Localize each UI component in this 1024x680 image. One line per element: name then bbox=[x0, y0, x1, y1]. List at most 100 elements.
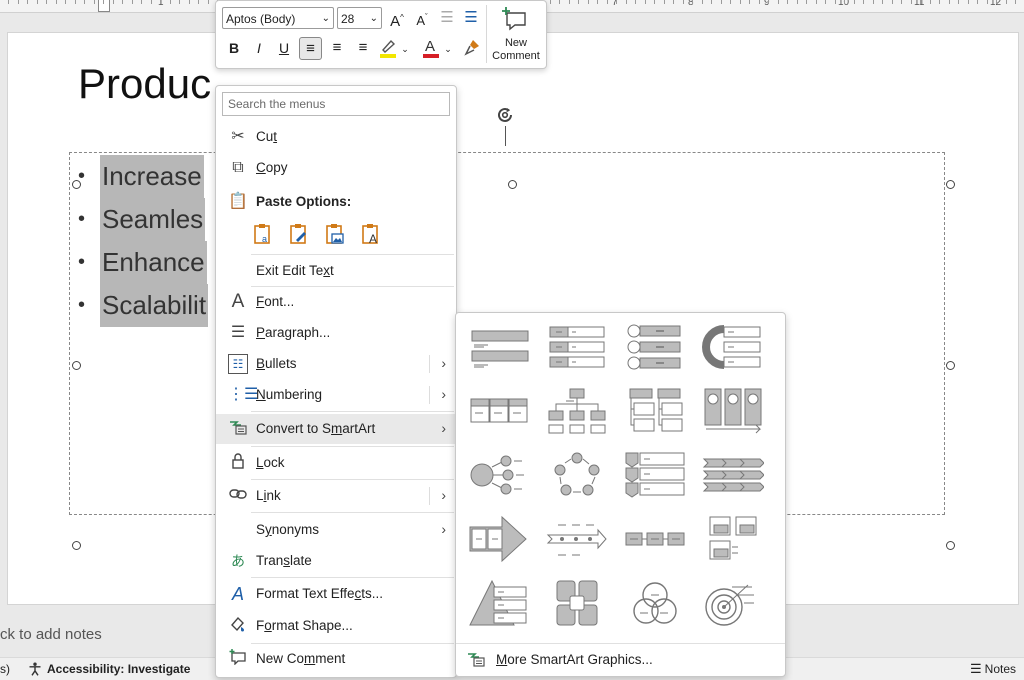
curved-picture-list-icon[interactable] bbox=[702, 323, 764, 371]
basic-cycle-icon[interactable] bbox=[546, 451, 608, 499]
highlight-dropdown-icon[interactable]: ⌄ bbox=[399, 38, 411, 60]
paste-picture-icon[interactable] bbox=[324, 222, 346, 246]
menu-item-translate[interactable]: あ Translate bbox=[216, 548, 456, 574]
ruler-tick bbox=[1005, 0, 1007, 4]
notes-button[interactable]: ☰ Notes bbox=[970, 661, 1016, 677]
resize-handle-top-right[interactable] bbox=[946, 180, 955, 189]
hierarchy-list-icon[interactable] bbox=[624, 387, 686, 435]
menu-item-synonyms[interactable]: Synonyms › bbox=[216, 517, 456, 543]
more-smartart-graphics-button[interactable]: More SmartArt Graphics... bbox=[466, 651, 653, 667]
venn-icon[interactable] bbox=[624, 579, 686, 627]
pyramid-list-icon[interactable] bbox=[468, 579, 530, 627]
bullet-item[interactable]: • Seamles bbox=[78, 198, 208, 241]
paste-use-destination-theme-icon[interactable]: a bbox=[252, 222, 274, 246]
search-menus-input[interactable]: Search the menus bbox=[222, 92, 450, 116]
ruler-tick bbox=[55, 0, 57, 4]
slide-title[interactable]: Produc bbox=[78, 60, 211, 108]
vertical-circle-list-icon[interactable] bbox=[624, 323, 686, 371]
underline-button[interactable]: U bbox=[273, 37, 295, 59]
align-left-button[interactable]: ≡ bbox=[299, 37, 322, 60]
align-center-button[interactable]: ≡ bbox=[326, 37, 348, 59]
chevron-right-icon[interactable]: › bbox=[441, 386, 446, 402]
notes-placeholder[interactable]: ck to add notes bbox=[0, 626, 102, 643]
font-color-button[interactable]: A bbox=[420, 35, 442, 58]
menu-item-cut[interactable]: ✂ Cut bbox=[216, 124, 456, 150]
organization-chart-icon[interactable] bbox=[546, 387, 608, 435]
target-icon[interactable] bbox=[702, 579, 764, 627]
menu-item-convert-to-smartart[interactable]: Convert to SmartArt › bbox=[216, 414, 456, 444]
resize-handle-bottom-right[interactable] bbox=[946, 541, 955, 550]
chevron-right-icon[interactable]: › bbox=[441, 420, 446, 436]
paste-keep-source-formatting-icon[interactable] bbox=[288, 222, 310, 246]
matrix-icon[interactable] bbox=[546, 579, 608, 627]
ruler-tick bbox=[188, 0, 190, 4]
vertical-chevron-list-icon[interactable] bbox=[624, 451, 686, 499]
timeline-arrow-icon[interactable] bbox=[546, 515, 608, 563]
ruler-tick bbox=[853, 0, 855, 4]
resize-handle-left[interactable] bbox=[72, 361, 81, 370]
bullet-list[interactable]: • Increase • Seamles • Enhance • Scalabilit bbox=[78, 155, 209, 327]
bullet-item[interactable]: • Increase bbox=[78, 155, 208, 198]
font-size-select[interactable]: 28 ⌄ bbox=[337, 7, 382, 29]
vertical-bullet-list-icon[interactable] bbox=[468, 323, 530, 371]
scissors-icon: ✂ bbox=[231, 128, 245, 145]
ruler-tick bbox=[977, 0, 978, 4]
menu-item-format-shape[interactable]: Format Shape... bbox=[216, 613, 456, 639]
chevron-right-icon[interactable]: › bbox=[441, 521, 446, 537]
bullet-item[interactable]: • Scalabilit bbox=[78, 284, 209, 327]
step-up-arrow-icon[interactable] bbox=[468, 515, 530, 563]
menu-item-exit-edit-text[interactable]: Exit Edit Text bbox=[216, 258, 456, 284]
rotate-handle-icon[interactable] bbox=[494, 104, 516, 126]
ruler-tick bbox=[882, 0, 883, 4]
menu-item-new-comment[interactable]: New Comment bbox=[216, 646, 456, 672]
shrink-font-button[interactable]: Aˇ bbox=[411, 7, 433, 29]
ruler-tick bbox=[587, 0, 589, 4]
vertical-box-list-icon[interactable] bbox=[546, 323, 608, 371]
chevron-accent-process-icon[interactable] bbox=[702, 451, 764, 499]
decrease-indent-button[interactable]: ☰ bbox=[436, 7, 458, 29]
svg-text:a: a bbox=[262, 234, 267, 244]
resize-handle-bottom-left[interactable] bbox=[72, 541, 81, 550]
italic-button[interactable]: I bbox=[248, 37, 270, 59]
format-painter-button[interactable] bbox=[462, 37, 484, 59]
resize-handle-right[interactable] bbox=[946, 361, 955, 370]
ruler-tick bbox=[635, 0, 636, 4]
ruler-tick bbox=[1015, 0, 1016, 4]
ruler-tick bbox=[739, 0, 741, 4]
bold-button[interactable]: B bbox=[223, 37, 245, 59]
grow-font-button[interactable]: A^ bbox=[386, 7, 408, 30]
menu-item-bullets[interactable]: ☷ Bullets › bbox=[216, 351, 456, 377]
paste-keep-text-only-icon[interactable]: A bbox=[360, 222, 382, 246]
ruler-tick bbox=[844, 0, 845, 4]
menu-item-numbering[interactable]: ⋮☰ Numbering › bbox=[216, 382, 456, 408]
menu-item-copy[interactable]: ⧉ Copy bbox=[216, 155, 456, 181]
clipboard-icon: 📋 bbox=[228, 193, 248, 210]
menu-item-lock[interactable]: Lock bbox=[216, 450, 456, 476]
increase-indent-button[interactable]: ☰ bbox=[460, 7, 482, 29]
indent-marker[interactable] bbox=[98, 0, 110, 12]
horizontal-bullet-list-icon[interactable] bbox=[468, 387, 530, 435]
menu-item-link[interactable]: Link › bbox=[216, 483, 456, 509]
font-name-select[interactable]: Aptos (Body) ⌄ bbox=[222, 7, 334, 29]
context-menu: Search the menus ✂ Cut ⧉ Copy 📋 Paste Op… bbox=[215, 85, 457, 678]
shrink-font-icon: Aˇ bbox=[416, 13, 428, 29]
align-right-button[interactable]: ≡ bbox=[352, 37, 374, 59]
menu-item-font[interactable]: A Font... bbox=[216, 289, 456, 315]
font-color-dropdown-icon[interactable]: ⌄ bbox=[442, 38, 454, 60]
radial-list-icon[interactable] bbox=[468, 451, 530, 499]
bullet-item[interactable]: • Enhance bbox=[78, 241, 208, 284]
new-comment-button[interactable]: New Comment bbox=[489, 5, 543, 63]
resize-handle-top[interactable] bbox=[508, 180, 517, 189]
chevron-right-icon[interactable]: › bbox=[441, 355, 446, 371]
menu-item-paragraph[interactable]: ☰ Paragraph... bbox=[216, 320, 456, 346]
accent-process-icon[interactable] bbox=[702, 387, 764, 435]
accessibility-button[interactable]: Accessibility: Investigate bbox=[28, 662, 190, 676]
ruler-tick bbox=[711, 0, 712, 4]
menu-item-format-text-effects[interactable]: A Format Text Effects... bbox=[216, 581, 456, 607]
chevron-right-icon[interactable]: › bbox=[441, 487, 446, 503]
picture-grid-icon[interactable] bbox=[702, 515, 764, 563]
status-language[interactable]: s) bbox=[0, 662, 10, 676]
ruler-tick bbox=[758, 0, 760, 4]
highlight-color-button[interactable] bbox=[377, 35, 399, 58]
basic-process-icon[interactable] bbox=[624, 515, 686, 563]
